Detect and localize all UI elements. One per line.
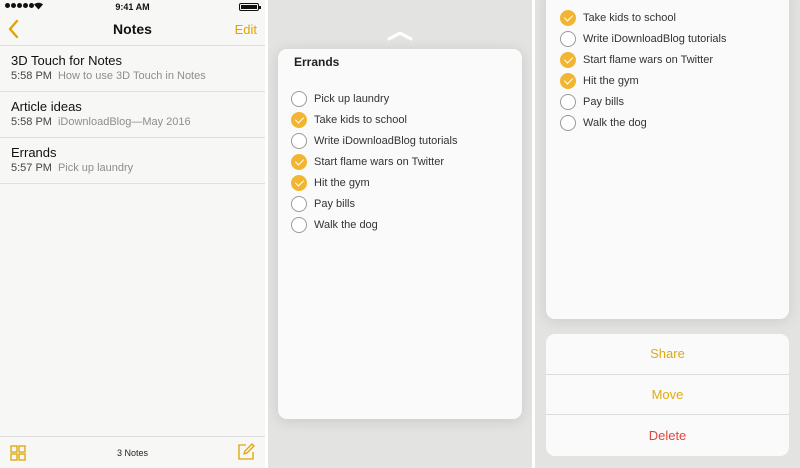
note-title: Article ideas <box>11 99 82 114</box>
notes-list-screen: 9:41 AM Notes Edit 3D Touch for Notes 5:… <box>0 0 265 468</box>
unchecked-circle-icon[interactable] <box>291 90 307 107</box>
checked-circle-icon[interactable] <box>560 51 576 68</box>
checklist-item: Take kids to school <box>560 7 726 28</box>
note-meta: 5:57 PM Pick up laundry <box>11 162 265 174</box>
peek-actions-screen: Take kids to school Write iDownloadBlog t… <box>535 0 800 468</box>
checked-circle-icon[interactable] <box>291 153 307 170</box>
checked-circle-icon[interactable] <box>560 9 576 26</box>
note-time: 5:58 PM <box>11 70 52 82</box>
status-time: 9:41 AM <box>115 2 150 12</box>
checklist-item-label: Write iDownloadBlog tutorials <box>583 32 727 45</box>
checklist-item-label: Pick up laundry <box>314 92 390 105</box>
status-bar: 9:41 AM <box>0 0 265 14</box>
note-row[interactable]: 3D Touch for Notes 5:58 PM How to use 3D … <box>0 46 265 92</box>
peek-screen: Errands Pick up laundry Take kids to scho… <box>268 0 532 468</box>
navigation-bar: Notes Edit <box>0 14 265 44</box>
checklist-item: Walk the dog <box>560 112 726 133</box>
note-preview: How to use 3D Touch in Notes <box>57 70 206 82</box>
checklist-item: Hit the gym <box>291 172 457 193</box>
note-meta: 5:58 PM How to use 3D Touch in Notes <box>11 70 265 82</box>
checked-circle-icon[interactable] <box>291 111 307 128</box>
edit-button[interactable]: Edit <box>235 22 257 37</box>
delete-button[interactable]: Delete <box>546 415 789 456</box>
checklist-item-label: Take kids to school <box>314 113 407 126</box>
checklist-item-label: Hit the gym <box>583 74 639 87</box>
note-time: 5:57 PM <box>11 162 52 174</box>
unchecked-circle-icon[interactable] <box>560 93 576 110</box>
checklist-item-label: Take kids to school <box>583 11 676 24</box>
checklist-item: Pick up laundry <box>291 88 457 109</box>
note-time: 5:58 PM <box>11 116 52 128</box>
unchecked-circle-icon[interactable] <box>560 114 576 131</box>
unchecked-circle-icon[interactable] <box>291 216 307 233</box>
note-count: 3 Notes <box>116 448 149 458</box>
checklist-item-label: Write iDownloadBlog tutorials <box>314 134 458 147</box>
checklist-item-label: Start flame wars on Twitter <box>583 53 714 66</box>
battery-icon <box>239 3 261 11</box>
checklist-item: Start flame wars on Twitter <box>291 151 457 172</box>
checked-circle-icon[interactable] <box>291 174 307 191</box>
checklist: Pick up laundry Take kids to school Write … <box>291 88 457 235</box>
chevron-up-icon <box>387 31 413 41</box>
unchecked-circle-icon[interactable] <box>560 30 576 47</box>
action-sheet: Share Move Delete <box>546 334 789 456</box>
page-title: Notes <box>113 21 152 37</box>
checklist-item: Pay bills <box>291 193 457 214</box>
checklist-item-label: Pay bills <box>583 95 624 108</box>
peek-preview-card[interactable]: Errands Pick up laundry Take kids to scho… <box>278 49 522 419</box>
peek-preview-card[interactable]: Take kids to school Write iDownloadBlog t… <box>546 0 789 319</box>
note-preview: iDownloadBlog—May 2016 <box>57 116 191 128</box>
unchecked-circle-icon[interactable] <box>291 132 307 149</box>
share-button[interactable]: Share <box>546 334 789 375</box>
note-preview: Pick up laundry <box>57 162 134 174</box>
checklist-item-label: Hit the gym <box>314 176 370 189</box>
checklist-item: Take kids to school <box>291 109 457 130</box>
checked-circle-icon[interactable] <box>560 72 576 89</box>
compose-icon[interactable] <box>237 443 255 461</box>
checklist: Take kids to school Write iDownloadBlog t… <box>560 7 726 133</box>
checklist-item: Write iDownloadBlog tutorials <box>291 130 457 151</box>
checklist-item: Walk the dog <box>291 214 457 235</box>
note-title: Errands <box>11 145 57 160</box>
checklist-item: Start flame wars on Twitter <box>560 49 726 70</box>
checklist-item-label: Start flame wars on Twitter <box>314 155 445 168</box>
bottom-toolbar: 3 Notes <box>0 436 265 468</box>
note-row[interactable]: Errands 5:57 PM Pick up laundry <box>0 138 265 184</box>
checklist-item-label: Walk the dog <box>583 116 647 129</box>
checklist-item: Pay bills <box>560 91 726 112</box>
checklist-item-label: Pay bills <box>314 197 355 210</box>
move-button[interactable]: Move <box>546 375 789 415</box>
checklist-item-label: Walk the dog <box>314 218 378 231</box>
checklist-item: Write iDownloadBlog tutorials <box>560 28 726 49</box>
note-list: 3D Touch for Notes 5:58 PM How to use 3D … <box>0 45 265 184</box>
note-row[interactable]: Article ideas 5:58 PM iDownloadBlog—May 2… <box>0 92 265 138</box>
note-meta: 5:58 PM iDownloadBlog—May 2016 <box>11 116 265 128</box>
checklist-item: Hit the gym <box>560 70 726 91</box>
unchecked-circle-icon[interactable] <box>291 195 307 212</box>
note-title: Errands <box>294 55 340 69</box>
note-title: 3D Touch for Notes <box>11 53 123 68</box>
